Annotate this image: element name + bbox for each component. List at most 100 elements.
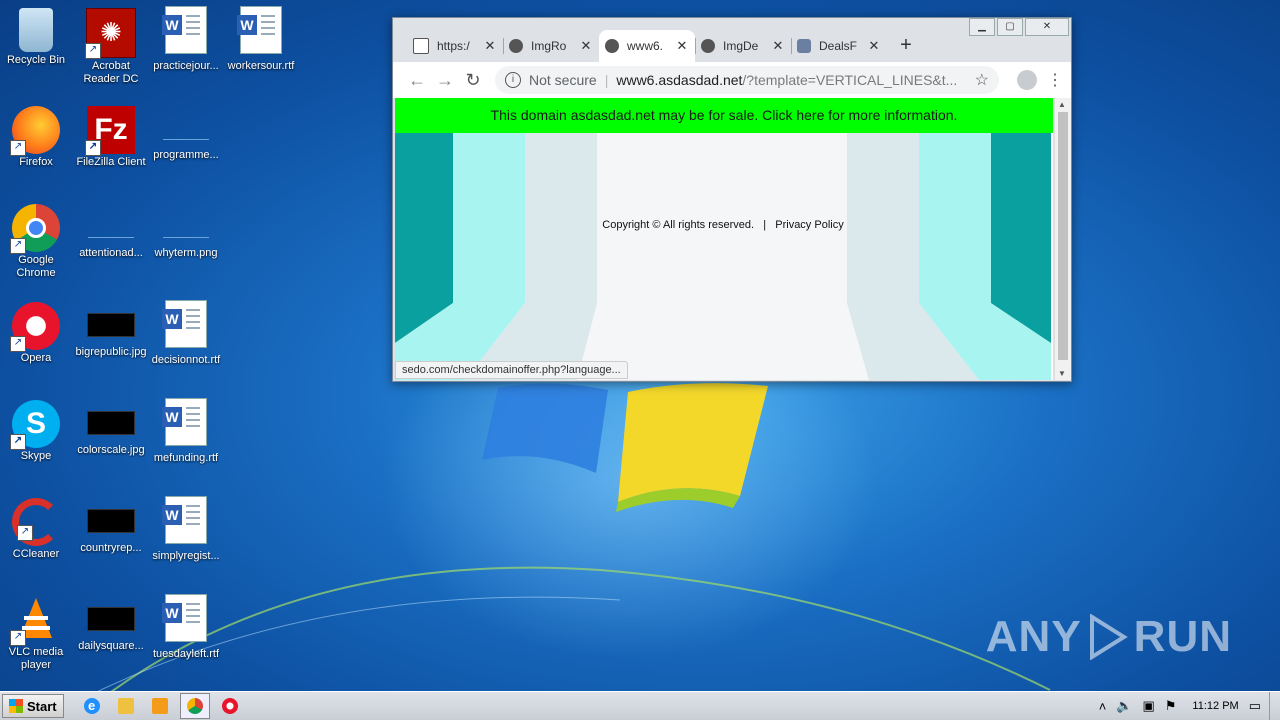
desktop-icon-countryrep[interactable]: countryrep... bbox=[73, 492, 149, 555]
forward-button[interactable]: → bbox=[431, 70, 459, 91]
word-document-icon: W bbox=[162, 6, 207, 54]
taskbar-opera[interactable] bbox=[216, 694, 244, 718]
system-tray: ˄ 🔈 ▣ ⚑ 11:12 PM ▭ bbox=[1099, 698, 1269, 714]
kebab-menu-icon[interactable]: ⋮ bbox=[1047, 70, 1063, 90]
tab-deals[interactable]: DealsF ✕ bbox=[791, 30, 887, 62]
desktop-icon-ccleaner[interactable]: ↗ CCleaner bbox=[0, 492, 74, 561]
close-tab-icon[interactable]: ✕ bbox=[579, 38, 593, 54]
scroll-down-arrow-icon[interactable]: ▼ bbox=[1058, 369, 1066, 378]
close-window-button[interactable]: ✕ bbox=[1025, 18, 1069, 36]
word-document-icon: W bbox=[162, 496, 207, 544]
desktop-icon-bigrepublic[interactable]: bigrepublic.jpg bbox=[73, 296, 149, 359]
desktop-icon-chrome[interactable]: ↗ Google Chrome bbox=[0, 198, 74, 280]
clock[interactable]: 11:12 PM bbox=[1192, 700, 1238, 712]
cube-icon bbox=[797, 39, 811, 53]
desktop-icon-dailysquare[interactable]: dailysquare... bbox=[73, 590, 149, 653]
minimize-button[interactable]: ▁ bbox=[969, 18, 995, 36]
title-bar: https:/ ✕ ImgRo ✕ www6. ✕ ImgDe ✕ DealsF bbox=[393, 18, 1071, 62]
word-document-icon: W bbox=[162, 594, 207, 642]
maximize-button[interactable]: ▢ bbox=[997, 18, 1023, 36]
scrollbar-thumb[interactable] bbox=[1058, 112, 1068, 360]
image-file-icon bbox=[88, 215, 134, 238]
internet-explorer-icon: e bbox=[83, 698, 100, 714]
url-host: www6.asdasdad.net bbox=[616, 72, 743, 88]
desktop-icon-simplyregist[interactable]: W simplyregist... bbox=[148, 492, 224, 563]
jpg-thumbnail-icon bbox=[87, 313, 135, 337]
word-document-icon: W bbox=[162, 398, 207, 446]
reload-button[interactable]: ↻ bbox=[459, 70, 487, 91]
template-graphic bbox=[395, 133, 1051, 380]
desktop-icon-skype[interactable]: S ↗ Skype bbox=[0, 394, 74, 463]
start-label: Start bbox=[27, 698, 57, 714]
footer-divider: | bbox=[763, 219, 767, 231]
back-button[interactable]: ← bbox=[403, 70, 431, 91]
tab-www6-active[interactable]: www6. ✕ bbox=[599, 30, 695, 62]
tab-imgde[interactable]: ImgDe ✕ bbox=[695, 30, 791, 62]
taskbar-ie[interactable]: e bbox=[78, 694, 106, 718]
scroll-up-arrow-icon[interactable]: ▲ bbox=[1058, 100, 1066, 109]
anyrun-watermark: ANY RUN bbox=[985, 612, 1232, 661]
opera-icon bbox=[221, 698, 238, 714]
close-tab-icon[interactable]: ✕ bbox=[483, 38, 497, 54]
chrome-window: https:/ ✕ ImgRo ✕ www6. ✕ ImgDe ✕ DealsF bbox=[392, 17, 1072, 382]
url-text: www6.asdasdad.net/?template=VERTICAL_LIN… bbox=[616, 72, 968, 88]
desktop-icon-attentionad[interactable]: attentionad... bbox=[73, 198, 149, 260]
notification-icon[interactable]: ▭ bbox=[1249, 698, 1261, 714]
security-indicator: Not secure bbox=[529, 72, 597, 88]
play-icon bbox=[1089, 614, 1128, 660]
tab-imgro[interactable]: ImgRo ✕ bbox=[503, 30, 599, 62]
taskbar-chrome[interactable] bbox=[179, 693, 210, 719]
show-hidden-icons-chevron-icon[interactable]: ˄ bbox=[1099, 699, 1107, 714]
show-desktop-button[interactable] bbox=[1269, 692, 1280, 720]
page-icon bbox=[413, 38, 429, 54]
desktop-icon-opera[interactable]: ↗ Opera bbox=[0, 296, 74, 365]
close-tab-icon[interactable]: ✕ bbox=[771, 38, 785, 54]
desktop-icon-whyterm[interactable]: whyterm.png bbox=[148, 198, 224, 260]
skype-icon: S ↗ bbox=[10, 400, 60, 450]
acrobat-icon: ✺ ↗ bbox=[85, 8, 136, 59]
windows-logo-wallpaper bbox=[482, 383, 768, 512]
folder-icon bbox=[117, 698, 134, 714]
media-player-icon bbox=[151, 698, 168, 714]
network-icon[interactable]: ▣ bbox=[1142, 698, 1154, 714]
start-button[interactable]: Start bbox=[2, 694, 64, 718]
desktop-icon-programme[interactable]: programme... bbox=[148, 100, 224, 162]
privacy-policy-link[interactable]: Privacy Policy bbox=[775, 219, 843, 231]
word-document-icon: W bbox=[162, 300, 207, 348]
info-icon[interactable]: i bbox=[505, 72, 521, 88]
vertical-scrollbar[interactable]: ▲ ▼ bbox=[1054, 98, 1071, 380]
url-path: /?template=VERTICAL_LINES&t... bbox=[742, 72, 958, 88]
omnibox-divider: | bbox=[604, 72, 609, 88]
desktop-icon-recycle-bin[interactable]: Recycle Bin bbox=[0, 2, 74, 67]
status-bubble: sedo.com/checkdomainoffer.php?language..… bbox=[395, 361, 628, 379]
tab-https[interactable]: https:/ ✕ bbox=[407, 30, 503, 62]
desktop-icon-decisionnot[interactable]: W decisionnot.rtf bbox=[148, 296, 224, 367]
desktop-icon-mefunding[interactable]: W mefunding.rtf bbox=[148, 394, 224, 465]
copyright-text: Copyright © All rights reserved. bbox=[602, 219, 755, 231]
domain-for-sale-banner[interactable]: This domain asdasdad.net may be for sale… bbox=[395, 98, 1053, 133]
desktop-icon-filezilla[interactable]: Fz ↗ FileZilla Client bbox=[73, 100, 149, 169]
globe-icon bbox=[509, 39, 523, 53]
profile-avatar-icon[interactable] bbox=[1017, 70, 1037, 90]
taskbar-explorer[interactable] bbox=[112, 694, 140, 718]
action-center-flag-icon[interactable]: ⚑ bbox=[1165, 698, 1177, 714]
taskbar-media-player[interactable] bbox=[146, 694, 174, 718]
desktop-icon-practicejour[interactable]: W practicejour... bbox=[148, 2, 224, 73]
volume-icon[interactable]: 🔈 bbox=[1116, 698, 1132, 714]
taskbar: Start e ˄ 🔈 ▣ ⚑ 11:12 PM ▭ bbox=[0, 691, 1280, 720]
close-tab-icon[interactable]: ✕ bbox=[867, 38, 881, 54]
desktop-icon-tuesdayleft[interactable]: W tuesdayleft.rtf bbox=[148, 590, 224, 661]
desktop-icon-firefox[interactable]: ↗ Firefox bbox=[0, 100, 74, 169]
close-tab-icon[interactable]: ✕ bbox=[675, 38, 689, 54]
desktop-icon-vlc[interactable]: ↗ VLC media player bbox=[0, 590, 74, 672]
vertical-lines-background: Copyright © All rights reserved. | Priva… bbox=[395, 133, 1053, 380]
jpg-thumbnail-icon bbox=[87, 411, 135, 435]
chrome-icon bbox=[186, 698, 203, 714]
page-content: This domain asdasdad.net may be for sale… bbox=[395, 98, 1053, 380]
desktop-icon-acrobat[interactable]: ✺ ↗ Acrobat Reader DC bbox=[73, 2, 149, 86]
bookmark-star-icon[interactable]: ☆ bbox=[975, 70, 989, 90]
desktop-icon-workersour[interactable]: W workersour.rtf bbox=[223, 2, 299, 73]
new-tab-button[interactable]: + bbox=[891, 30, 921, 62]
address-bar[interactable]: i Not secure | www6.asdasdad.net/?templa… bbox=[495, 66, 999, 94]
desktop-icon-colorscale[interactable]: colorscale.jpg bbox=[73, 394, 149, 457]
